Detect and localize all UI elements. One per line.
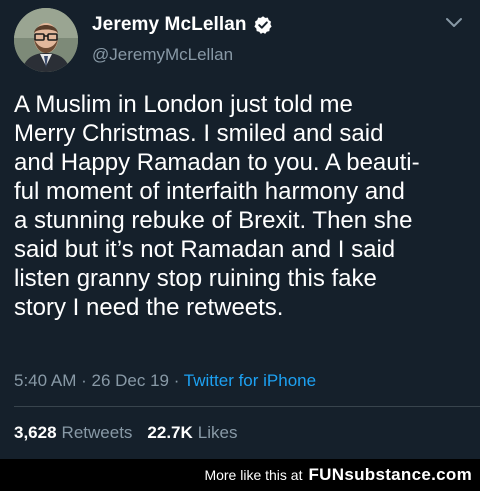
watermark-footer: More like this at FUNsubstance.com [0,459,480,491]
likes-label: Likes [197,423,238,442]
tweet-date[interactable]: 26 Dec 19 [91,371,169,390]
footer-brand: FUNsubstance.com [308,465,472,484]
footer-text: More like this at [204,467,303,483]
verified-badge-icon [254,16,272,34]
meta-separator-2: · [168,371,184,390]
retweets-count: 3,628 [14,423,57,442]
likes-count: 22.7K [147,423,193,442]
author-name-row[interactable]: Jeremy McLellan [92,14,273,36]
avatar-photo [14,8,78,72]
meta-separator: · [76,371,92,390]
more-options-icon[interactable] [442,10,466,34]
divider [14,406,480,407]
tweet-source-link[interactable]: Twitter for iPhone [184,371,316,390]
author-display-name[interactable]: Jeremy McLellan [92,14,247,36]
tweet-text: A Muslim in London just told me Merry Ch… [14,91,420,321]
retweets-label: Retweets [61,423,133,442]
tweet-meta: 5:40 AM · 26 Dec 19 · Twitter for iPhone [14,371,316,391]
retweets-stat[interactable]: 3,628 Retweets [14,423,132,443]
author-handle[interactable]: @JeremyMcLellan [92,45,233,65]
tweet-time[interactable]: 5:40 AM [14,371,76,390]
likes-stat[interactable]: 22.7K Likes [147,423,237,443]
tweet-card: Jeremy McLellan @JeremyMcLellan A Muslim… [0,0,480,459]
tweet-stats: 3,628 Retweets 22.7K Likes [14,423,237,443]
avatar[interactable] [14,8,78,72]
